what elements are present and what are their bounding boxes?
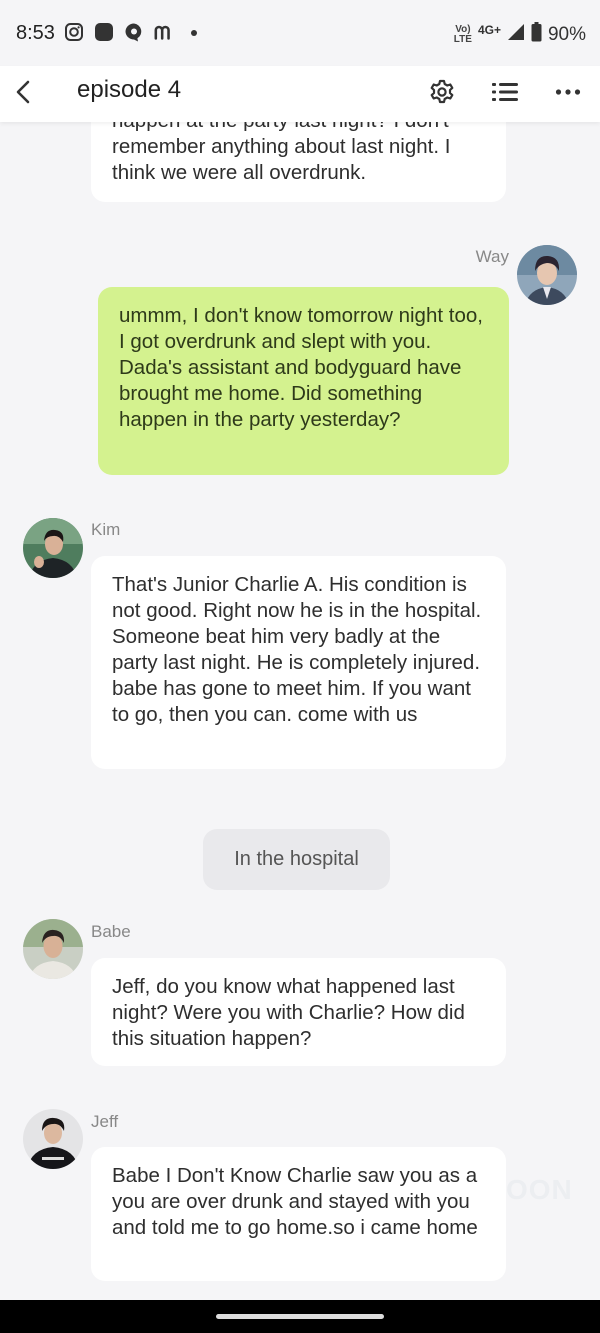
message-bubble-babe: Jeff, do you know what happened last nig… [91, 958, 506, 1066]
status-bar: 8:53 Vo) LTE 4G+ 90% [0, 0, 600, 66]
scene-label: In the hospital [203, 829, 390, 890]
gear-icon[interactable] [426, 76, 458, 108]
sender-name-kim: Kim [91, 520, 121, 539]
dot-icon [184, 22, 204, 42]
app-bar: episode 4 [0, 66, 600, 122]
sender-name-way: Way [475, 247, 509, 266]
sender-name-babe: Babe [91, 922, 131, 941]
volte-icon: Vo) LTE [453, 24, 472, 45]
m-app-icon [154, 22, 174, 42]
page-title: episode 4 [77, 76, 182, 103]
list-icon[interactable] [489, 76, 521, 108]
instagram-icon [64, 22, 84, 42]
avatar-kim[interactable] [23, 518, 83, 578]
home-gesture-handle[interactable] [216, 1314, 384, 1319]
message-bubble-way: ummm, I don't know tomorrow night too, I… [98, 287, 509, 475]
avatar-way[interactable] [517, 245, 577, 305]
network-type: 4G+ [477, 23, 501, 37]
message-bubble-kim: That's Junior Charlie A. His condition i… [91, 556, 506, 769]
sender-name-jeff: Jeff [91, 1112, 119, 1131]
status-time: 8:53 [16, 22, 55, 44]
system-nav-bar [0, 1300, 600, 1333]
notification-icons [64, 22, 204, 42]
message-bubble-jeff: Babe I Don't Know Charlie saw you as a y… [91, 1147, 506, 1281]
system-indicators: Vo) LTE 4G+ 90% [454, 22, 586, 48]
back-icon[interactable] [12, 78, 36, 106]
watermark-logo: OON [506, 1174, 573, 1205]
signal-icon [507, 23, 525, 47]
battery-level: 90% [547, 24, 586, 45]
avatar-babe[interactable] [23, 919, 83, 979]
avatar-jeff[interactable] [23, 1109, 83, 1169]
app-square-icon [94, 22, 114, 42]
chat-app-icon [124, 22, 144, 42]
more-icon[interactable] [552, 76, 584, 108]
battery-icon [531, 22, 542, 48]
